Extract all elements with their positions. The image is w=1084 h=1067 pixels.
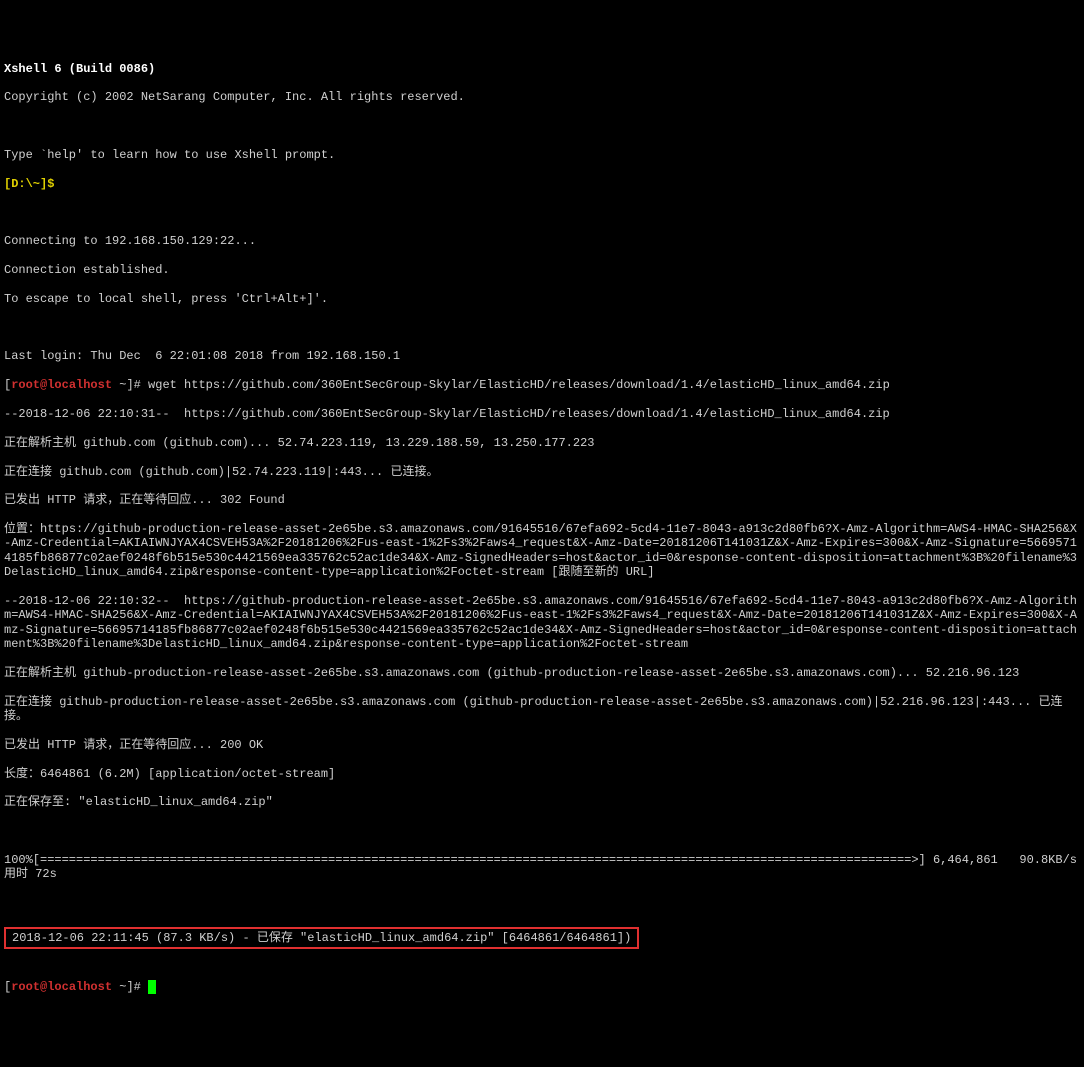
wget-command[interactable]: wget https://github.com/360EntSecGroup-S… — [148, 378, 890, 392]
location-line: 位置：https://github-production-release-ass… — [4, 522, 1080, 580]
timestamp-1: --2018-12-06 22:10:31-- https://github.c… — [4, 407, 1080, 421]
http-request-1: 已发出 HTTP 请求，正在等待回应... 302 Found — [4, 493, 1080, 507]
resolving-host-1: 正在解析主机 github.com (github.com)... 52.74.… — [4, 436, 1080, 450]
connecting-host-2: 正在连接 github-production-release-asset-2e6… — [4, 695, 1080, 724]
http-request-2: 已发出 HTTP 请求，正在等待回应... 200 OK — [4, 738, 1080, 752]
shell-prompt-final[interactable]: [root@localhost ~]# — [4, 980, 141, 994]
completion-highlight: 2018-12-06 22:11:45 (87.3 KB/s) - 已保存 "e… — [4, 927, 639, 949]
last-login: Last login: Thu Dec 6 22:01:08 2018 from… — [4, 349, 1080, 363]
timestamp-2: --2018-12-06 22:10:32-- https://github-p… — [4, 594, 1080, 652]
connecting-host-1: 正在连接 github.com (github.com)|52.74.223.1… — [4, 465, 1080, 479]
connection-established: Connection established. — [4, 263, 1080, 277]
shell-prompt: [root@localhost ~]# — [4, 378, 141, 392]
escape-hint: To escape to local shell, press 'Ctrl+Al… — [4, 292, 1080, 306]
download-complete-line: 2018-12-06 22:11:45 (87.3 KB/s) - 已保存 "e… — [12, 931, 631, 945]
saving-to: 正在保存至: "elasticHD_linux_amd64.zip" — [4, 795, 1080, 809]
cursor[interactable] — [148, 980, 156, 994]
app-title: Xshell 6 (Build 0086) — [4, 62, 1080, 76]
help-hint: Type `help' to learn how to use Xshell p… — [4, 148, 1080, 162]
content-length: 长度：6464861 (6.2M) [application/octet-str… — [4, 767, 1080, 781]
copyright: Copyright (c) 2002 NetSarang Computer, I… — [4, 90, 1080, 104]
resolving-host-2: 正在解析主机 github-production-release-asset-2… — [4, 666, 1080, 680]
xshell-prompt-path: [D:\~] — [4, 177, 47, 191]
progress-bar: 100%[===================================… — [4, 853, 1080, 882]
connecting-line: Connecting to 192.168.150.129:22... — [4, 234, 1080, 248]
xshell-prompt-symbol: $ — [47, 177, 54, 191]
